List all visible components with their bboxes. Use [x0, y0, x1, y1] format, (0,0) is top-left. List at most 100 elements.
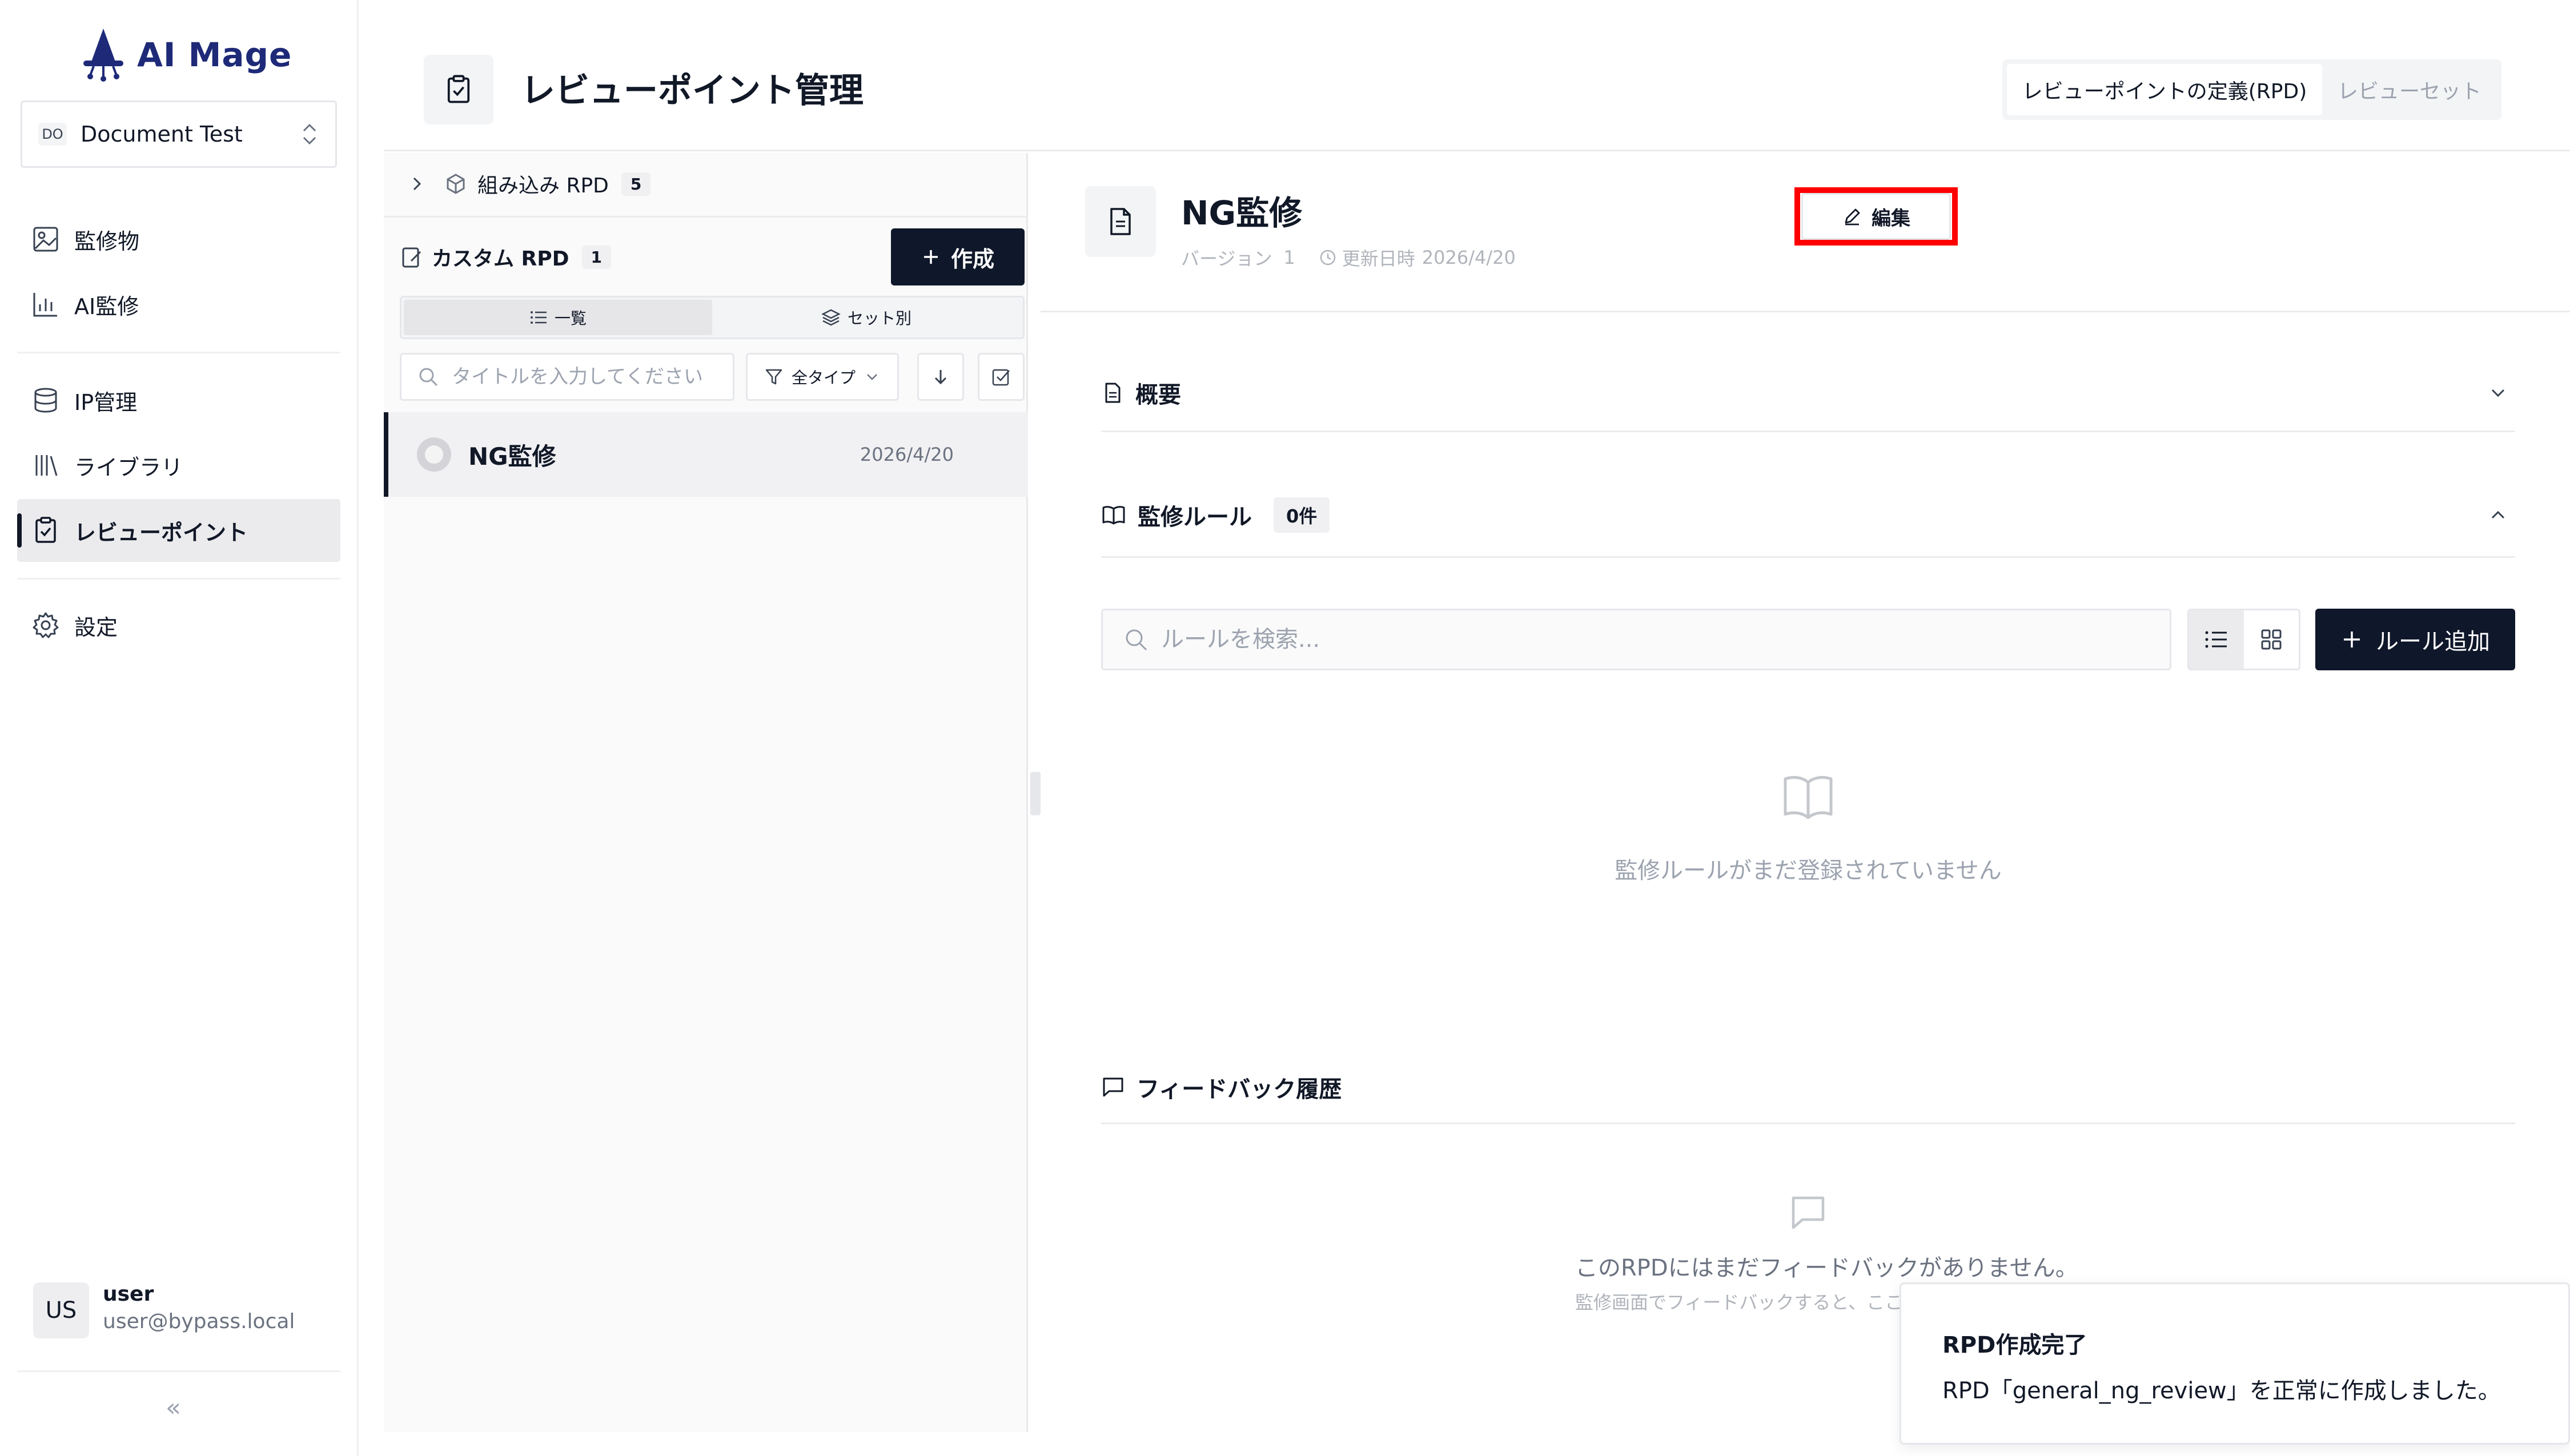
chevron-down-icon [2491, 389, 2505, 397]
rpd-search [400, 353, 734, 401]
user-name: user [103, 1282, 154, 1306]
section-divider [1101, 1123, 2515, 1124]
list-item-title: NG監修 [468, 442, 556, 470]
version-label: バージョン [1181, 248, 1272, 270]
edit-document-icon [402, 247, 421, 268]
message-icon [1792, 1196, 1825, 1229]
gear-icon [33, 612, 59, 638]
sort-button[interactable] [917, 353, 964, 401]
type-filter-value: 全タイプ [791, 368, 856, 387]
create-rpd-button[interactable]: 作成 [891, 228, 1025, 285]
avatar[interactable]: US [33, 1282, 89, 1338]
header-tabs: レビューポイントの定義(RPD) レビューセット [2002, 59, 2501, 120]
rules-count-badge: 0件 [1274, 497, 1330, 533]
sidebar-item-library[interactable]: ライブラリ [17, 434, 340, 497]
select-mode-button[interactable] [978, 353, 1025, 401]
sidebar-item-label: レビューポイント [74, 520, 248, 545]
list-view-button[interactable] [2189, 610, 2244, 669]
list-item[interactable]: NG監修 2026/4/20 [384, 412, 1028, 497]
cube-icon [447, 174, 465, 194]
wizard-hat-logo-icon [83, 29, 123, 82]
rule-view-toggle [2187, 609, 2300, 670]
custom-rpd-label: カスタム RPD [432, 247, 569, 271]
plus-icon [923, 250, 938, 264]
add-rule-label: ルール追加 [2376, 629, 2490, 655]
page-title: レビューポイント管理 [521, 71, 864, 111]
document-icon [1105, 383, 1121, 403]
rules-title: 監修ルール [1138, 504, 1252, 530]
rules-toggle[interactable] [2487, 504, 2509, 526]
clock-icon [1320, 250, 1335, 266]
add-rule-button[interactable]: ルール追加 [2315, 609, 2515, 670]
section-divider [1101, 431, 2515, 432]
overview-section-header[interactable]: 概要 [1101, 370, 1181, 416]
section-divider [1101, 556, 2515, 558]
empty-rules-icon [1781, 772, 1836, 823]
grid-icon [2261, 629, 2282, 650]
collapse-sidebar-button[interactable]: « [166, 1393, 181, 1422]
feedback-hint: 監修画面でフィードバックすると、ここに [1575, 1292, 1922, 1313]
app-logo[interactable]: AI Mage [80, 27, 292, 82]
workspace-selector[interactable]: DO Document Test [21, 100, 337, 168]
overview-toggle[interactable] [2487, 381, 2509, 404]
rules-section-header[interactable]: 監修ルール 0件 [1101, 492, 1330, 538]
checkbox-icon [992, 369, 1010, 386]
sidebar-item-label: IP管理 [74, 389, 138, 415]
page-icon [424, 55, 493, 124]
user-email: user@bypass.local [103, 1310, 295, 1333]
grid-view-button[interactable] [2244, 610, 2299, 669]
rule-search-input[interactable] [1161, 626, 2132, 653]
message-icon [1103, 1077, 1123, 1097]
list-icon [2205, 631, 2227, 648]
sidebar-item-ai-review[interactable]: AI監修 [17, 273, 340, 336]
builtin-rpd-count: 5 [621, 172, 651, 196]
app-name: AI Mage [137, 35, 292, 74]
sidebar-item-review-points[interactable]: レビューポイント [17, 499, 340, 562]
segment-by-set[interactable]: セット別 [712, 300, 1021, 335]
toast-notification[interactable]: RPD作成完了 RPD「general_ng_review」を正常に作成しました… [1900, 1282, 2570, 1445]
list-icon [530, 311, 547, 324]
updated-value: 2026/4/20 [1421, 247, 1516, 268]
clipboard-check-icon [447, 75, 470, 103]
arrow-down-icon [934, 370, 947, 385]
library-icon [35, 455, 58, 476]
rpd-search-input[interactable] [452, 365, 714, 388]
sidebar-item-label: ライブラリ [74, 455, 183, 480]
panel-resize-handle[interactable] [1030, 772, 1041, 815]
layers-icon [821, 309, 841, 326]
tab-review-set[interactable]: レビューセット [2322, 64, 2497, 115]
list-divider [384, 216, 1028, 218]
create-label: 作成 [950, 246, 994, 272]
segment-label: セット別 [847, 309, 911, 328]
status-indicator [417, 437, 451, 472]
view-segment: 一覧 セット別 [400, 296, 1025, 339]
list-item-date: 2026/4/20 [860, 444, 954, 465]
book-open-icon [1102, 506, 1125, 525]
plus-icon [2344, 632, 2360, 647]
version-value: 1 [1283, 247, 1295, 268]
image-icon [33, 227, 58, 252]
document-icon [1110, 208, 1131, 235]
rpd-list-panel [384, 153, 1028, 1432]
type-filter-select[interactable]: 全タイプ [746, 353, 899, 401]
header-divider [384, 150, 2570, 151]
custom-rpd-group: カスタム RPD 1 [400, 239, 612, 275]
feedback-title: フィードバック履歴 [1137, 1076, 1342, 1103]
sidebar-item-deliverables[interactable]: 監修物 [17, 208, 340, 271]
sidebar-item-settings[interactable]: 設定 [17, 594, 340, 657]
segment-list[interactable]: 一覧 [404, 300, 712, 335]
clipboard-check-icon [35, 517, 56, 543]
tab-rpd[interactable]: レビューポイントの定義(RPD) [2007, 64, 2322, 115]
builtin-rpd-group[interactable]: 組み込み RPD 5 [407, 166, 651, 202]
sidebar-item-ip[interactable]: IP管理 [17, 369, 340, 432]
sidebar-footer-divider [17, 1370, 340, 1372]
book-open-icon [1784, 776, 1833, 819]
empty-feedback-icon [1789, 1193, 1828, 1232]
document-icon-box [1085, 186, 1156, 257]
chevron-up-down-icon [303, 123, 316, 145]
detail-header-divider [1041, 311, 2570, 312]
rules-empty-message: 監修ルールがまだ登録されていません [1615, 858, 2002, 884]
workspace-name: Document Test [81, 122, 243, 147]
chevron-up-icon [2491, 510, 2505, 519]
chevron-down-icon [867, 374, 877, 380]
